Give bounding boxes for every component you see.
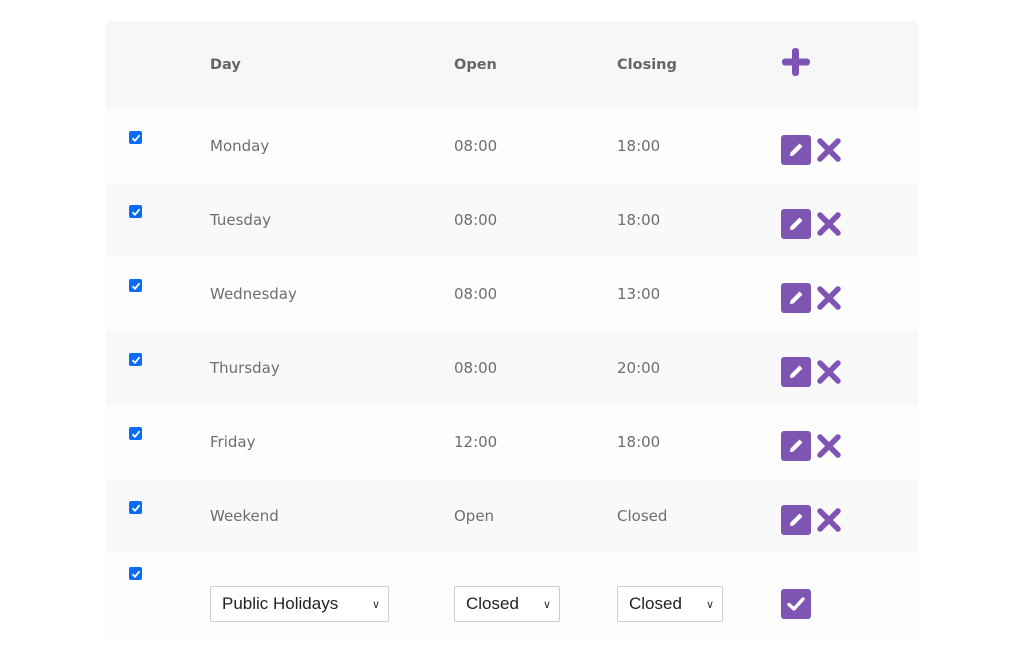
edit-button[interactable] xyxy=(781,209,811,239)
closing-select-value: Closed xyxy=(629,594,682,613)
close-icon xyxy=(817,138,841,162)
day-cell: Thursday xyxy=(210,359,280,377)
pencil-icon xyxy=(790,513,803,526)
open-cell: 08:00 xyxy=(454,359,498,377)
day-cell: Wednesday xyxy=(210,285,297,303)
table-row: Thursday 08:00 20:00 xyxy=(106,331,918,405)
chevron-down-icon: ∨ xyxy=(542,598,551,611)
table-header: Day Open Closing xyxy=(106,21,918,109)
day-select[interactable]: Public Holidays ∨ xyxy=(210,586,389,622)
open-select-value: Closed xyxy=(466,594,519,613)
pencil-icon xyxy=(790,143,803,156)
pencil-icon xyxy=(790,291,803,304)
row-checkbox[interactable] xyxy=(129,331,142,405)
column-header-day: Day xyxy=(210,57,241,73)
close-icon xyxy=(817,212,841,236)
delete-button[interactable] xyxy=(815,284,843,312)
column-header-open: Open xyxy=(454,57,497,73)
closing-select[interactable]: Closed ∨ xyxy=(617,586,723,622)
delete-button[interactable] xyxy=(815,506,843,534)
column-header-closing: Closing xyxy=(617,57,677,73)
pencil-icon xyxy=(790,217,803,230)
chevron-down-icon: ∨ xyxy=(371,598,380,611)
open-cell: 08:00 xyxy=(454,285,498,303)
close-icon xyxy=(817,434,841,458)
close-icon xyxy=(817,508,841,532)
day-cell: Weekend xyxy=(210,507,279,525)
new-row: Public Holidays ∨ Closed ∨ Closed ∨ xyxy=(106,553,918,641)
checkmark-icon xyxy=(131,504,140,512)
checkmark-icon xyxy=(131,356,140,364)
check-icon xyxy=(787,597,805,611)
row-checkbox[interactable] xyxy=(129,405,142,479)
day-cell: Monday xyxy=(210,137,270,155)
new-row-checkbox[interactable] xyxy=(129,553,142,641)
checkmark-icon xyxy=(131,208,140,216)
edit-button[interactable] xyxy=(781,505,811,535)
checkmark-icon xyxy=(131,282,140,290)
table-row: Wednesday 08:00 13:00 xyxy=(106,257,918,331)
table-row: Monday 08:00 18:00 xyxy=(106,109,918,183)
confirm-button[interactable] xyxy=(781,589,811,619)
edit-button[interactable] xyxy=(781,135,811,165)
delete-button[interactable] xyxy=(815,432,843,460)
closing-cell: 18:00 xyxy=(617,137,661,155)
day-cell: Tuesday xyxy=(210,211,272,229)
open-cell: 08:00 xyxy=(454,211,498,229)
closing-cell: 18:00 xyxy=(617,433,661,451)
row-checkbox[interactable] xyxy=(129,183,142,257)
pencil-icon xyxy=(790,365,803,378)
closing-cell: 13:00 xyxy=(617,285,661,303)
table-row: Tuesday 08:00 18:00 xyxy=(106,183,918,257)
checkmark-icon xyxy=(131,570,140,578)
open-select[interactable]: Closed ∨ xyxy=(454,586,560,622)
add-row-button[interactable] xyxy=(781,21,811,109)
pencil-icon xyxy=(790,439,803,452)
day-select-value: Public Holidays xyxy=(222,594,339,613)
edit-button[interactable] xyxy=(781,283,811,313)
row-checkbox[interactable] xyxy=(129,109,142,183)
row-checkbox[interactable] xyxy=(129,479,142,553)
delete-button[interactable] xyxy=(815,210,843,238)
edit-button[interactable] xyxy=(781,357,811,387)
delete-button[interactable] xyxy=(815,358,843,386)
delete-button[interactable] xyxy=(815,136,843,164)
closing-cell: 18:00 xyxy=(617,211,661,229)
open-cell: Open xyxy=(454,507,495,525)
opening-hours-table: Day Open Closing Monday 08:00 18:00 Tues… xyxy=(106,21,918,641)
closing-cell: 20:00 xyxy=(617,359,661,377)
table-row: Friday 12:00 18:00 xyxy=(106,405,918,479)
checkmark-icon xyxy=(131,134,140,142)
close-icon xyxy=(817,286,841,310)
open-cell: 12:00 xyxy=(454,433,498,451)
chevron-down-icon: ∨ xyxy=(705,598,714,611)
day-cell: Friday xyxy=(210,433,256,451)
edit-button[interactable] xyxy=(781,431,811,461)
close-icon xyxy=(817,360,841,384)
closing-cell: Closed xyxy=(617,507,668,525)
table-row: Weekend Open Closed xyxy=(106,479,918,553)
checkmark-icon xyxy=(131,430,140,438)
plus-icon xyxy=(782,48,810,76)
row-checkbox[interactable] xyxy=(129,257,142,331)
open-cell: 08:00 xyxy=(454,137,498,155)
